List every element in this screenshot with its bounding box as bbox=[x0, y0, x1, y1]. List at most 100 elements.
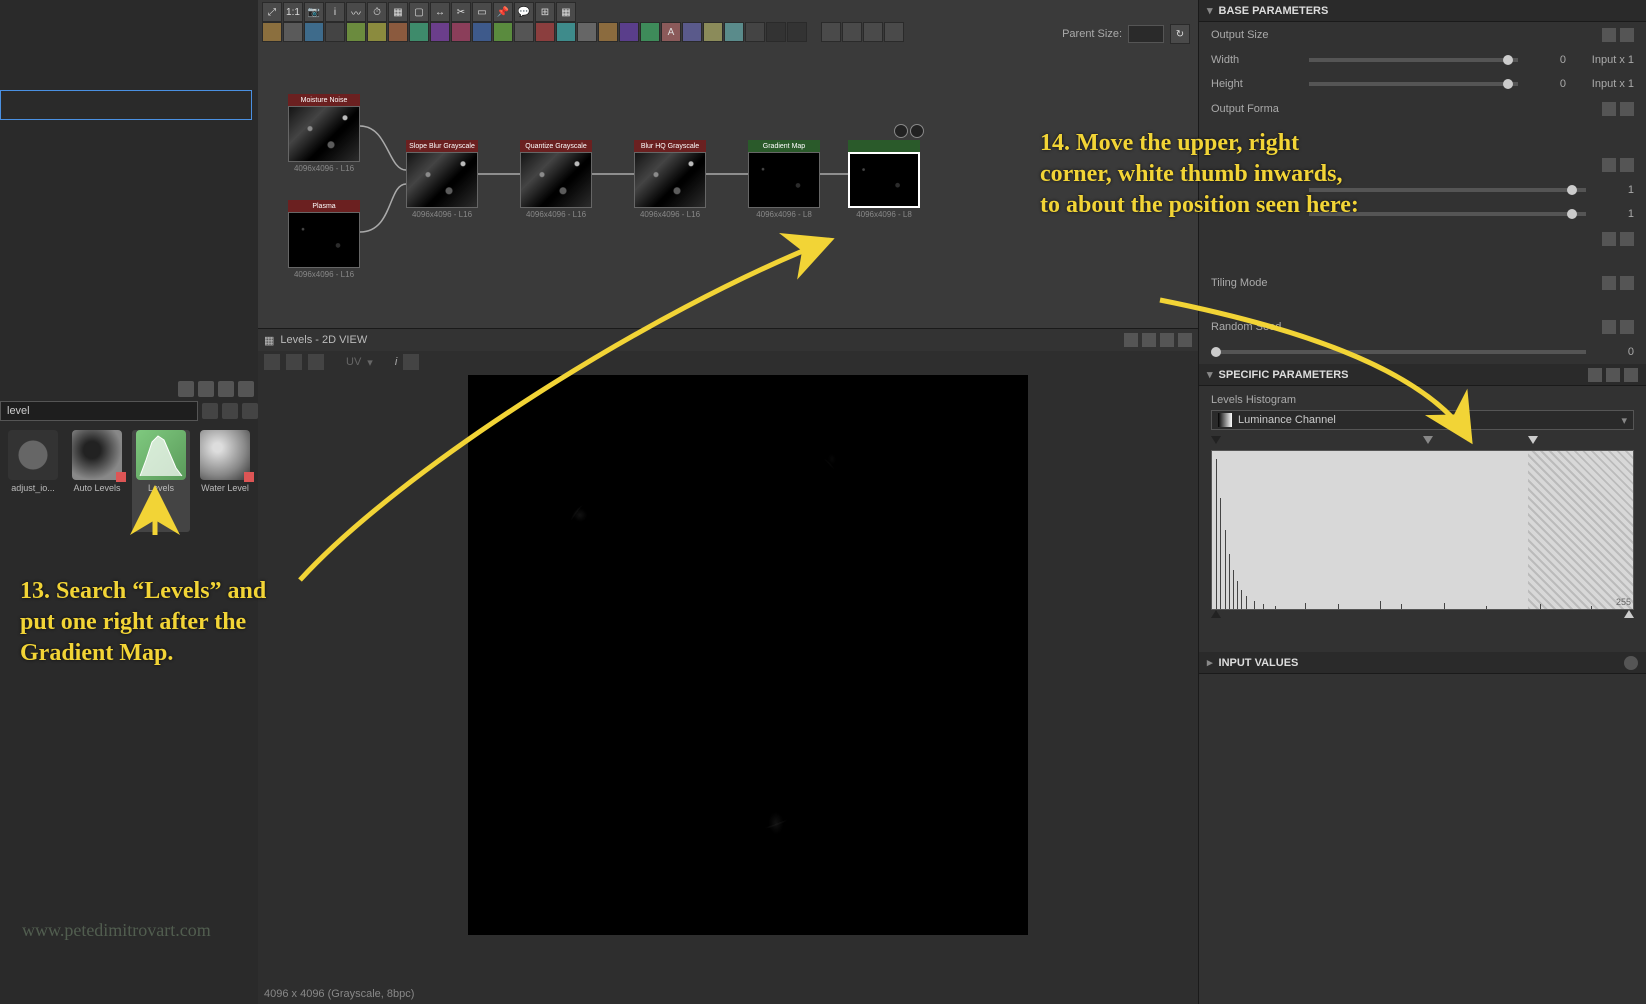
atom-shuffle-icon[interactable] bbox=[640, 22, 660, 42]
width-value[interactable]: 0 bbox=[1526, 54, 1566, 66]
seed-value[interactable]: 0 bbox=[1594, 346, 1634, 358]
atom-linkmat-icon[interactable] bbox=[821, 22, 841, 42]
star-icon[interactable] bbox=[242, 403, 258, 419]
atom-grayscale-icon[interactable] bbox=[514, 22, 534, 42]
node-levels[interactable]: 4096x4096 - L8 bbox=[848, 140, 920, 219]
library-search-input[interactable] bbox=[0, 401, 198, 421]
node-view-icon[interactable] bbox=[894, 124, 908, 138]
atom-svg-icon[interactable] bbox=[283, 22, 303, 42]
atom-transform-icon[interactable] bbox=[682, 22, 702, 42]
filter-icon[interactable] bbox=[202, 403, 218, 419]
tool-wave-icon[interactable]: 〰 bbox=[346, 2, 366, 22]
restore-icon[interactable] bbox=[1142, 333, 1156, 347]
atom-dirwarp-icon[interactable] bbox=[409, 22, 429, 42]
atom-hsl-icon[interactable] bbox=[535, 22, 555, 42]
menu-icon[interactable] bbox=[1620, 320, 1634, 334]
input-white-marker[interactable] bbox=[1528, 436, 1538, 444]
menu-icon[interactable] bbox=[1620, 276, 1634, 290]
tool-scissors-icon[interactable]: ✂ bbox=[451, 2, 471, 22]
link-icon[interactable] bbox=[1602, 28, 1616, 42]
seed-slider[interactable] bbox=[1211, 350, 1586, 354]
maximize-icon[interactable] bbox=[1160, 333, 1174, 347]
slider1-value[interactable]: 1 bbox=[1594, 184, 1634, 196]
tool-align-icon[interactable]: ▦ bbox=[388, 2, 408, 22]
save-icon[interactable] bbox=[286, 354, 302, 370]
atom-blend-icon[interactable] bbox=[304, 22, 324, 42]
node-blur-hq[interactable]: Blur HQ Grayscale 4096x4096 - L16 bbox=[634, 140, 706, 219]
atom-input-icon[interactable] bbox=[766, 22, 786, 42]
circle-icon[interactable] bbox=[1624, 656, 1638, 670]
pin-icon[interactable] bbox=[1124, 333, 1138, 347]
node-gradient-map[interactable]: Gradient Map 4096x4096 - L8 bbox=[748, 140, 820, 219]
link-icon[interactable] bbox=[1602, 276, 1616, 290]
reset-icon[interactable] bbox=[1588, 368, 1602, 382]
atom-pixel-icon[interactable] bbox=[598, 22, 618, 42]
atom-blur-icon[interactable] bbox=[325, 22, 345, 42]
input-values-header[interactable]: ▸ INPUT VALUES bbox=[1199, 652, 1646, 674]
output-white-marker[interactable] bbox=[1624, 610, 1634, 618]
library-result-water-level[interactable]: Water Level bbox=[196, 430, 254, 532]
atom-warp-icon[interactable] bbox=[745, 22, 765, 42]
chevron-down-icon[interactable]: ▾ bbox=[367, 356, 373, 369]
link-icon[interactable] bbox=[1602, 320, 1616, 334]
tool-frame-icon[interactable]: ▭ bbox=[472, 2, 492, 22]
specific-parameters-header[interactable]: ▾ SPECIFIC PARAMETERS bbox=[1199, 364, 1646, 386]
library-result-levels[interactable]: Levels bbox=[132, 430, 190, 532]
histogram-view-icon[interactable] bbox=[403, 354, 419, 370]
atom-levels-icon[interactable] bbox=[556, 22, 576, 42]
tool-grid-icon[interactable]: ▦ bbox=[556, 2, 576, 22]
atom-fxmap-icon[interactable] bbox=[472, 22, 492, 42]
input-black-marker[interactable] bbox=[1211, 436, 1221, 444]
menu-icon[interactable] bbox=[1620, 102, 1634, 116]
link-icon[interactable] bbox=[1602, 158, 1616, 172]
atom-more-icon[interactable] bbox=[884, 22, 904, 42]
node-plasma[interactable]: Plasma 4096x4096 - L16 bbox=[288, 200, 360, 279]
output-black-marker[interactable] bbox=[1211, 610, 1221, 618]
atom-sharpen-icon[interactable] bbox=[619, 22, 639, 42]
atom-gradient-icon[interactable] bbox=[493, 22, 513, 42]
sliders-icon[interactable] bbox=[1606, 368, 1620, 382]
node-quantize[interactable]: Quantize Grayscale 4096x4096 - L16 bbox=[520, 140, 592, 219]
link-icon[interactable] bbox=[1602, 102, 1616, 116]
tool-new-icon[interactable]: ▢ bbox=[409, 2, 429, 22]
library-result-adjust[interactable]: adjust_io... bbox=[4, 430, 62, 532]
width-slider[interactable] bbox=[1309, 58, 1518, 62]
tool-zoom-fit-icon[interactable]: ⤢ bbox=[262, 2, 282, 22]
close-icon[interactable] bbox=[1178, 333, 1192, 347]
menu-icon[interactable] bbox=[1620, 28, 1634, 42]
atom-channels-icon[interactable] bbox=[346, 22, 366, 42]
height-value[interactable]: 0 bbox=[1526, 78, 1566, 90]
link-icon[interactable] bbox=[1602, 232, 1616, 246]
close-icon[interactable] bbox=[238, 381, 254, 397]
atom-dirmotion-icon[interactable] bbox=[388, 22, 408, 42]
library-result-auto-levels[interactable]: Auto Levels bbox=[68, 430, 126, 532]
restore-icon[interactable] bbox=[218, 381, 234, 397]
tool-zoom-1-icon[interactable]: 1:1 bbox=[283, 2, 303, 22]
atom-value-icon[interactable] bbox=[724, 22, 744, 42]
atom-uniform-icon[interactable] bbox=[703, 22, 723, 42]
channel-dropdown[interactable]: Luminance Channel bbox=[1211, 410, 1634, 430]
atom-bitmap-icon[interactable] bbox=[262, 22, 282, 42]
copy-icon[interactable] bbox=[308, 354, 324, 370]
menu-icon[interactable] bbox=[1620, 232, 1634, 246]
tool-camera-icon[interactable]: 📷 bbox=[304, 2, 324, 22]
clear-icon[interactable] bbox=[222, 403, 238, 419]
node-slope-blur[interactable]: Slope Blur Grayscale 4096x4096 - L16 bbox=[406, 140, 478, 219]
menu-icon[interactable] bbox=[1624, 368, 1638, 382]
info-icon[interactable]: i bbox=[395, 356, 397, 368]
atom-material-icon[interactable] bbox=[842, 22, 862, 42]
tool-snap-icon[interactable]: ⊞ bbox=[535, 2, 555, 22]
atom-output-icon[interactable] bbox=[787, 22, 807, 42]
generic-slider-1[interactable] bbox=[1309, 188, 1586, 192]
slider2-value[interactable]: 1 bbox=[1594, 208, 1634, 220]
atom-text-icon[interactable]: A bbox=[661, 22, 681, 42]
texture-preview[interactable] bbox=[468, 375, 1028, 935]
tool-comment-icon[interactable]: 💬 bbox=[514, 2, 534, 22]
atom-curve-icon[interactable] bbox=[367, 22, 387, 42]
generic-slider-2[interactable] bbox=[1309, 212, 1586, 216]
node-output-icon[interactable] bbox=[910, 124, 924, 138]
atom-func-icon[interactable] bbox=[863, 22, 883, 42]
base-parameters-header[interactable]: ▾ BASE PARAMETERS bbox=[1199, 0, 1646, 22]
atom-emboss-icon[interactable] bbox=[451, 22, 471, 42]
tool-pin-icon[interactable]: 📌 bbox=[493, 2, 513, 22]
